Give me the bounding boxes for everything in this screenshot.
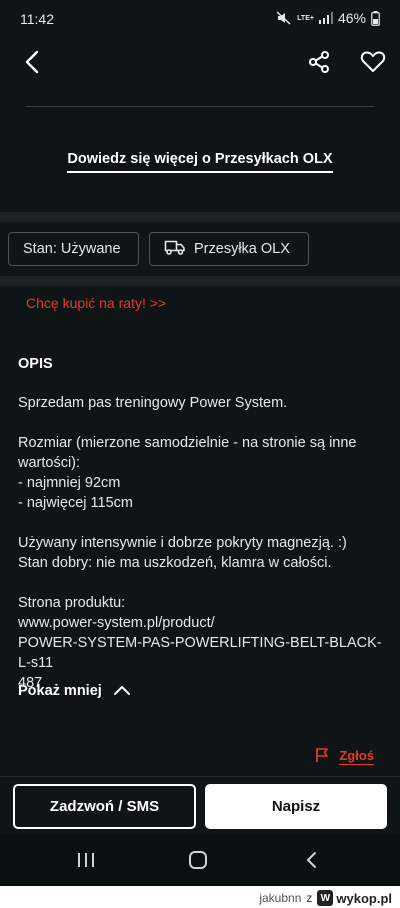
section-separator bbox=[0, 212, 400, 222]
show-less-button[interactable]: Pokaż mniej bbox=[18, 683, 130, 699]
watermark: jakubnn z W wykop.pl bbox=[259, 888, 392, 908]
app-screen: 11:42 LTE+ 46% Dowiedz się więcej o Prze… bbox=[0, 0, 400, 886]
status-time: 11:42 bbox=[20, 11, 54, 27]
heart-icon[interactable] bbox=[351, 40, 395, 84]
header-bar bbox=[0, 40, 400, 84]
watermark-site: wykop.pl bbox=[336, 890, 392, 906]
product-url: www.power-system.pl/product/ bbox=[18, 615, 215, 631]
battery-level: 46% bbox=[337, 10, 366, 26]
description-line: - najwięcej 115cm bbox=[18, 495, 133, 511]
recents-icon[interactable] bbox=[66, 844, 106, 876]
call-sms-button[interactable]: Zadzwoń / SMS bbox=[13, 784, 196, 829]
condition-label: Stan: Używane bbox=[23, 241, 121, 257]
lte-indicator: LTE+ bbox=[297, 14, 314, 22]
report-button[interactable]: Zgłoś bbox=[315, 747, 374, 766]
condition-chip: Stan: Używane bbox=[8, 232, 139, 266]
status-icons: LTE+ 46% bbox=[276, 10, 380, 26]
truck-icon bbox=[164, 239, 186, 259]
action-bar: Zadzwoń / SMS Napisz bbox=[0, 776, 400, 834]
report-label: Zgłoś bbox=[339, 748, 374, 765]
description-line: Rozmiar (mierzone samodzielnie - na stro… bbox=[18, 435, 357, 471]
description-heading: OPIS bbox=[18, 356, 53, 372]
back-arrow-icon[interactable] bbox=[10, 40, 54, 84]
watermark-sep: z bbox=[306, 891, 313, 905]
divider bbox=[26, 106, 374, 107]
home-icon[interactable] bbox=[178, 844, 218, 876]
write-message-button[interactable]: Napisz bbox=[205, 784, 387, 829]
delivery-info-link-wrap: Dowiedz się więcej o Przesyłkach OLX bbox=[0, 150, 400, 173]
system-nav-bar bbox=[0, 834, 400, 886]
chevron-up-icon bbox=[113, 683, 130, 699]
description-line: - najmniej 92cm bbox=[18, 475, 121, 491]
mute-icon bbox=[276, 11, 292, 25]
watermark-logo: W wykop.pl bbox=[317, 890, 392, 906]
status-bar: 11:42 LTE+ 46% bbox=[0, 0, 400, 36]
watermark-user: jakubnn bbox=[259, 891, 302, 905]
product-url: POWER-SYSTEM-PAS-POWERLIFTING-BELT-BLACK… bbox=[18, 635, 382, 671]
description-body: Sprzedam pas treningowy Power System. Ro… bbox=[18, 393, 386, 693]
shipping-label: Przesyłka OLX bbox=[194, 241, 290, 257]
share-icon[interactable] bbox=[297, 40, 341, 84]
flag-icon bbox=[315, 747, 329, 766]
delivery-info-link[interactable]: Dowiedz się więcej o Przesyłkach OLX bbox=[67, 151, 333, 173]
installment-link[interactable]: Chcę kupić na raty! >> bbox=[26, 295, 166, 311]
back-icon[interactable] bbox=[291, 844, 331, 876]
section-separator bbox=[0, 276, 400, 286]
description-line: Stan dobry: nie ma uszkodzeń, klamra w c… bbox=[18, 555, 332, 571]
description-line: Używany intensywnie i dobrze pokryty mag… bbox=[18, 535, 347, 551]
shipping-chip: Przesyłka OLX bbox=[149, 232, 309, 266]
description-line: Strona produktu: bbox=[18, 595, 126, 611]
battery-icon bbox=[371, 10, 380, 26]
signal-icon bbox=[318, 12, 333, 24]
show-less-label: Pokaż mniej bbox=[18, 683, 102, 699]
wykop-logo-icon: W bbox=[317, 890, 334, 906]
description-line: Sprzedam pas treningowy Power System. bbox=[18, 395, 288, 411]
